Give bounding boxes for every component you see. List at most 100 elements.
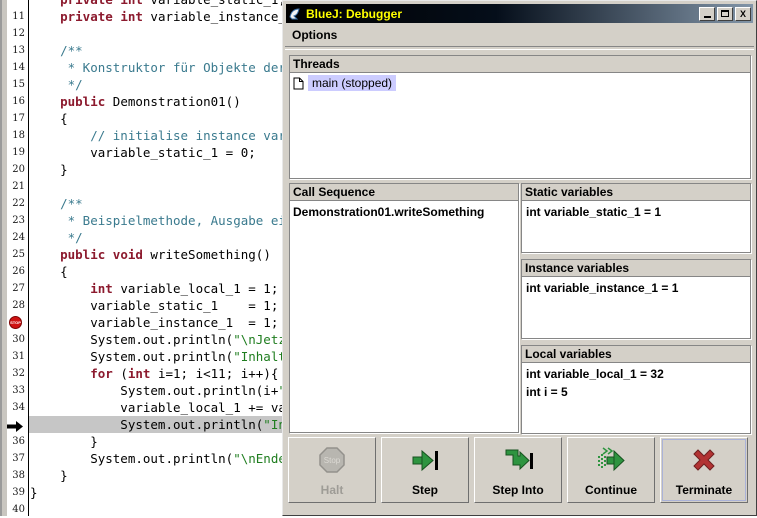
breakpoint-icon[interactable]: STOP: [9, 316, 22, 329]
code-line[interactable]: System.out.println("\nJetzt: [30, 331, 301, 348]
minimize-button[interactable]: [699, 6, 715, 21]
line-number[interactable]: 32: [6, 365, 25, 382]
line-number[interactable]: 12: [6, 25, 25, 42]
line-number[interactable]: 22: [6, 195, 25, 212]
step-button[interactable]: Step: [381, 437, 469, 503]
halt-button[interactable]: Stop Halt: [288, 437, 376, 503]
code-line[interactable]: /**: [30, 195, 83, 212]
call-sequence-panel: Call Sequence Demonstration01.writeSomet…: [289, 183, 519, 433]
menu-bar: Options: [286, 24, 753, 45]
step-into-label: Step Into: [492, 483, 544, 497]
code-line[interactable]: {: [30, 110, 68, 127]
threads-list[interactable]: main (stopped): [290, 74, 750, 178]
terminate-label: Terminate: [675, 483, 733, 497]
close-button[interactable]: X: [735, 6, 751, 21]
code-line[interactable]: int variable_local_1 = 1;: [30, 280, 278, 297]
line-number[interactable]: 21: [6, 178, 25, 195]
line-number[interactable]: 34: [6, 399, 25, 416]
code-line[interactable]: for (int i=1; i<11; i++){: [30, 365, 278, 382]
step-into-arrow-icon: [503, 444, 533, 476]
code-line[interactable]: }: [30, 484, 38, 501]
code-line[interactable]: System.out.println("Inhalt: [30, 348, 293, 365]
line-number[interactable]: 31: [6, 348, 25, 365]
code-line[interactable]: public Demonstration01(): [30, 93, 241, 110]
debugger-button-bar: Stop Halt Step Step Into Continue Termin…: [288, 437, 748, 503]
line-number[interactable]: 25: [6, 246, 25, 263]
code-line[interactable]: private int variable_static_1;: [30, 0, 286, 8]
code-line[interactable]: */: [30, 229, 83, 246]
line-number[interactable]: 23: [6, 212, 25, 229]
maximize-button[interactable]: [717, 6, 733, 21]
line-number[interactable]: 19: [6, 144, 25, 161]
code-line[interactable]: */: [30, 76, 83, 93]
code-line[interactable]: variable_static_1 = 0;: [30, 144, 256, 161]
code-line[interactable]: }: [30, 467, 68, 484]
line-number[interactable]: 27: [6, 280, 25, 297]
local-variables-header: Local variables: [522, 346, 750, 363]
line-number[interactable]: 40: [6, 501, 25, 518]
line-number[interactable]: 20: [6, 161, 25, 178]
line-number[interactable]: 14: [6, 59, 25, 76]
line-number[interactable]: 38: [6, 467, 25, 484]
menu-options[interactable]: Options: [286, 26, 343, 44]
menu-separator: [285, 46, 754, 50]
thread-list-item[interactable]: main (stopped): [290, 74, 750, 92]
editor-rows: private int variable_static_1; 11 private…: [0, 0, 339, 518]
static-variable-item[interactable]: int variable_static_1 = 1: [522, 202, 750, 220]
line-number[interactable]: 30: [6, 331, 25, 348]
code-line[interactable]: variable_static_1 = 1;: [30, 297, 278, 314]
line-number[interactable]: 33: [6, 382, 25, 399]
gutter-separator: [28, 0, 29, 516]
line-number[interactable]: 37: [6, 450, 25, 467]
threads-header: Threads: [290, 56, 750, 73]
code-line[interactable]: System.out.println("\nEnde: [30, 450, 293, 467]
threads-panel: Threads main (stopped): [289, 55, 751, 179]
instance-variable-item[interactable]: int variable_instance_1 = 1: [522, 278, 750, 296]
line-number[interactable]: 18: [6, 127, 25, 144]
static-variables-list[interactable]: int variable_static_1 = 1: [522, 202, 750, 252]
line-number[interactable]: 13: [6, 42, 25, 59]
code-line[interactable]: public void writeSomething(): [30, 246, 271, 263]
line-number[interactable]: 15: [6, 76, 25, 93]
terminate-button[interactable]: Terminate: [660, 437, 748, 503]
line-number[interactable]: 16: [6, 93, 25, 110]
maximize-icon: [721, 10, 729, 17]
line-number[interactable]: 24: [6, 229, 25, 246]
line-number[interactable]: 26: [6, 263, 25, 280]
code-line[interactable]: * Beispielmethode, Ausgabe ein: [30, 212, 294, 229]
call-sequence-item[interactable]: Demonstration01.writeSomething: [290, 202, 518, 219]
bluej-app-icon: [289, 7, 300, 19]
code-line[interactable]: System.out.println("Inhalt: [30, 416, 316, 433]
code-line[interactable]: System.out.println(i+". ": [30, 382, 308, 399]
continue-label: Continue: [585, 483, 637, 497]
code-line[interactable]: /**: [30, 42, 83, 59]
line-number[interactable]: 28: [6, 297, 25, 314]
line-number[interactable]: 11: [6, 8, 25, 25]
code-line[interactable]: {: [30, 263, 68, 280]
code-line[interactable]: private int variable_instance_1;: [30, 8, 301, 25]
continue-button[interactable]: Continue: [567, 437, 655, 503]
call-sequence-list[interactable]: Demonstration01.writeSomething: [290, 202, 518, 432]
code-line[interactable]: }: [30, 161, 68, 178]
local-variables-panel: Local variables int variable_local_1 = 3…: [521, 345, 751, 434]
code-line[interactable]: variable_local_1 += varia: [30, 399, 308, 416]
local-variables-list[interactable]: int variable_local_1 = 32 int i = 5: [522, 364, 750, 433]
minimize-icon: [703, 16, 711, 18]
code-line[interactable]: variable_instance_1 = 1;: [30, 314, 278, 331]
title-bar[interactable]: BlueJ: Debugger X: [286, 4, 753, 23]
local-variable-item[interactable]: int i = 5: [522, 382, 750, 400]
instance-variables-panel: Instance variables int variable_instance…: [521, 259, 751, 339]
terminate-cross-icon: [689, 444, 719, 476]
halt-label: Halt: [320, 483, 344, 497]
instance-variables-list[interactable]: int variable_instance_1 = 1: [522, 278, 750, 338]
line-number[interactable]: 17: [6, 110, 25, 127]
local-variable-item[interactable]: int variable_local_1 = 32: [522, 364, 750, 382]
code-line[interactable]: }: [30, 433, 98, 450]
line-number[interactable]: 39: [6, 484, 25, 501]
step-into-button[interactable]: Step Into: [474, 437, 562, 503]
static-variables-header: Static variables: [522, 184, 750, 201]
code-editor[interactable]: private int variable_static_1; 11 private…: [0, 0, 339, 518]
line-number[interactable]: 36: [6, 433, 25, 450]
call-sequence-header: Call Sequence: [290, 184, 518, 201]
instance-variables-header: Instance variables: [522, 260, 750, 277]
